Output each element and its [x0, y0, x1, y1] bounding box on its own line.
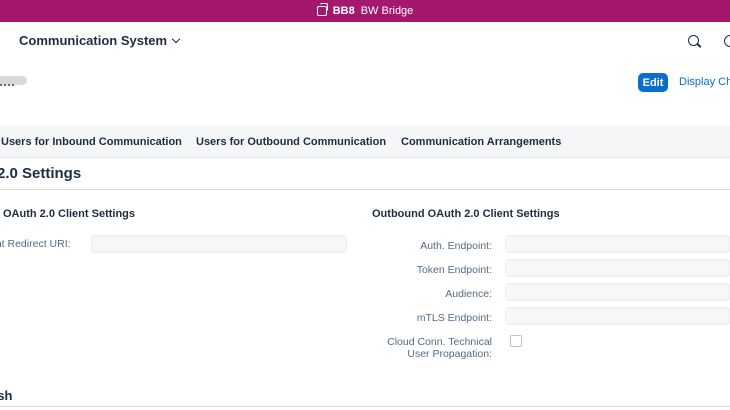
refresh-section-title: esh	[0, 388, 13, 403]
system-id: BB8	[332, 5, 355, 17]
outbound-group-title: Outbound OAuth 2.0 Client Settings	[372, 208, 560, 220]
object-subtitle-placeholder	[0, 84, 14, 88]
system-name: BW Bridge	[360, 5, 414, 17]
chevron-down-icon	[171, 34, 181, 44]
redirect-uri-input[interactable]	[91, 235, 347, 253]
user-icon[interactable]	[724, 35, 730, 47]
tab-communication-arrangements[interactable]: Communication Arrangements	[401, 136, 561, 148]
app-title: Communication System	[19, 33, 168, 48]
audience-input[interactable]	[505, 283, 730, 301]
auth-endpoint-label: Auth. Endpoint:	[420, 240, 492, 252]
cloud-conn-label-line2: User Propagation:	[407, 348, 492, 360]
section-title: 2.0 Settings	[0, 165, 82, 182]
audience-label: Audience:	[445, 288, 492, 300]
tab-users-outbound[interactable]: Users for Outbound Communication	[196, 136, 386, 148]
inbound-group-title: OAuth 2.0 Client Settings	[3, 208, 136, 220]
refresh-divider	[0, 406, 730, 407]
mtls-endpoint-input[interactable]	[505, 307, 730, 325]
redirect-uri-label: ent Redirect URI:	[0, 238, 71, 250]
cloud-conn-label-line1: Cloud Conn. Technical	[387, 336, 492, 348]
shell-bar: Communication System	[0, 22, 730, 60]
tab-users-inbound[interactable]: Users for Inbound Communication	[1, 136, 182, 148]
section-divider	[0, 189, 730, 190]
copy-icon	[316, 3, 328, 16]
token-endpoint-label: Token Endpoint:	[416, 264, 492, 276]
auth-endpoint-input[interactable]	[505, 235, 730, 253]
system-banner: BB8 BW Bridge	[0, 0, 730, 22]
app-title-menu[interactable]: Communication System	[19, 33, 181, 48]
cloud-conn-user-propagation-checkbox[interactable]	[510, 335, 522, 347]
mtls-endpoint-label: mTLS Endpoint:	[416, 312, 492, 324]
edit-button[interactable]: Edit	[638, 73, 668, 92]
search-icon[interactable]	[688, 35, 699, 46]
tab-bar: Users for Inbound Communication Users fo…	[0, 126, 730, 158]
display-link[interactable]: Display Ch	[679, 76, 730, 88]
token-endpoint-input[interactable]	[505, 259, 730, 277]
